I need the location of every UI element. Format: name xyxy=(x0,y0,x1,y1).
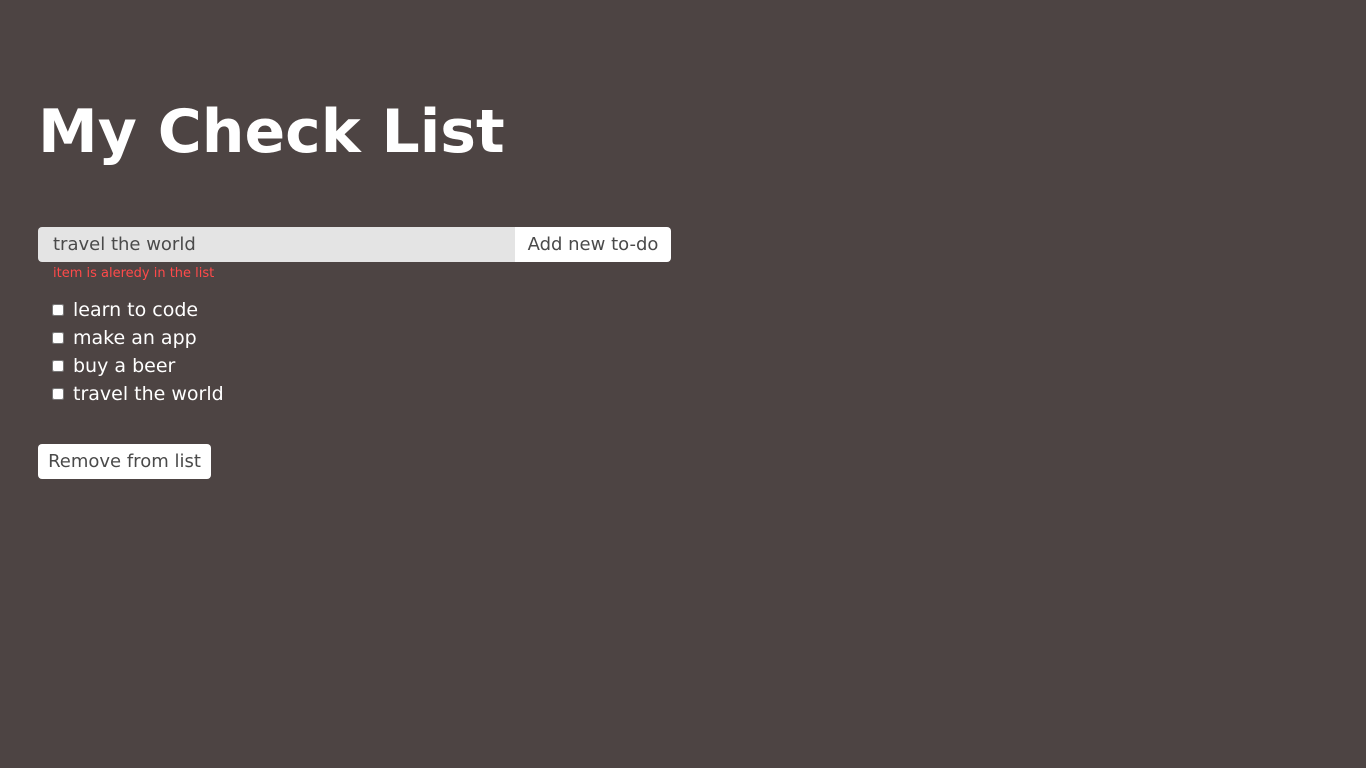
todo-item: travel the world xyxy=(52,380,224,408)
todo-label: make an app xyxy=(73,327,197,349)
remove-from-list-button[interactable]: Remove from list xyxy=(38,444,211,479)
add-todo-button[interactable]: Add new to-do xyxy=(515,227,671,262)
todo-checkbox[interactable] xyxy=(52,304,64,316)
todo-item: make an app xyxy=(52,324,224,352)
todo-item: learn to code xyxy=(52,296,224,324)
todo-checkbox[interactable] xyxy=(52,388,64,400)
todo-checkbox[interactable] xyxy=(52,332,64,344)
todo-input[interactable] xyxy=(38,227,515,262)
todo-label: travel the world xyxy=(73,383,224,405)
todo-list: learn to code make an app buy a beer tra… xyxy=(52,296,224,408)
todo-label: buy a beer xyxy=(73,355,176,377)
todo-checkbox[interactable] xyxy=(52,360,64,372)
add-todo-form: Add new to-do xyxy=(38,227,671,262)
todo-label: learn to code xyxy=(73,299,199,321)
error-message: item is aleredy in the list xyxy=(53,266,215,281)
todo-item: buy a beer xyxy=(52,352,224,380)
page-title: My Check List xyxy=(38,97,505,167)
